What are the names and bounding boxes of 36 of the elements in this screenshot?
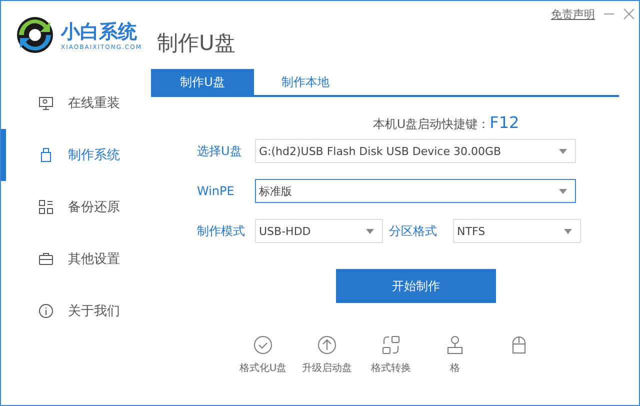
hotkey-value: F12 [490, 113, 520, 132]
mode-dropdown[interactable]: USB-HDD [255, 219, 383, 243]
start-button[interactable]: 开始制作 [336, 269, 496, 303]
stamp-icon[interactable] [445, 335, 465, 355]
field-label: 分区格式 [388, 222, 438, 240]
usb-drive-dropdown[interactable]: G:(hd2)USB Flash Disk USB Device 30.00GB [255, 139, 576, 163]
tool-label[interactable]: 格式化U盘 [239, 361, 287, 375]
tool-label[interactable]: 升级启动盘 [302, 361, 352, 375]
page-title: 制作U盘 [157, 30, 236, 57]
up-arrow-circle-icon[interactable] [317, 335, 337, 355]
convert-icon[interactable] [381, 335, 401, 355]
winpe-dropdown[interactable]: 标准版 [255, 179, 576, 203]
tab[interactable]: 制作U盘 [151, 69, 254, 95]
hotkey-label: 本机U盘启动快捷键： [372, 117, 490, 131]
sidebar-item[interactable]: 其他设置 [1, 233, 151, 285]
check-circle-icon[interactable] [253, 335, 273, 355]
sidebar-item[interactable]: 关于我们 [1, 285, 151, 337]
tool-label[interactable]: 格式转换 [371, 361, 411, 375]
grid-icon [38, 199, 54, 215]
partition-dropdown[interactable]: NTFS [453, 219, 581, 243]
app-name: 小白系统 [61, 20, 138, 44]
sidebar-item[interactable]: 备份还原 [1, 181, 151, 233]
tool-label[interactable]: 格 [450, 361, 460, 375]
field-label: 制作模式 [197, 222, 246, 240]
sidebar-item[interactable]: 制作系统 [1, 129, 151, 181]
monitor-icon [38, 95, 54, 111]
tab[interactable]: 制作本地 [254, 69, 357, 95]
briefcase-icon [38, 251, 54, 267]
usb-drive-icon [38, 147, 54, 163]
info-icon [38, 303, 54, 319]
field-label: WinPE [197, 184, 236, 198]
disclaimer-link[interactable]: 免责声明 [551, 6, 595, 22]
field-label: 选择U盘 [197, 142, 243, 160]
sidebar-item[interactable]: 在线重装 [1, 77, 151, 129]
logo-icon [15, 15, 55, 55]
close-icon[interactable] [623, 8, 635, 20]
